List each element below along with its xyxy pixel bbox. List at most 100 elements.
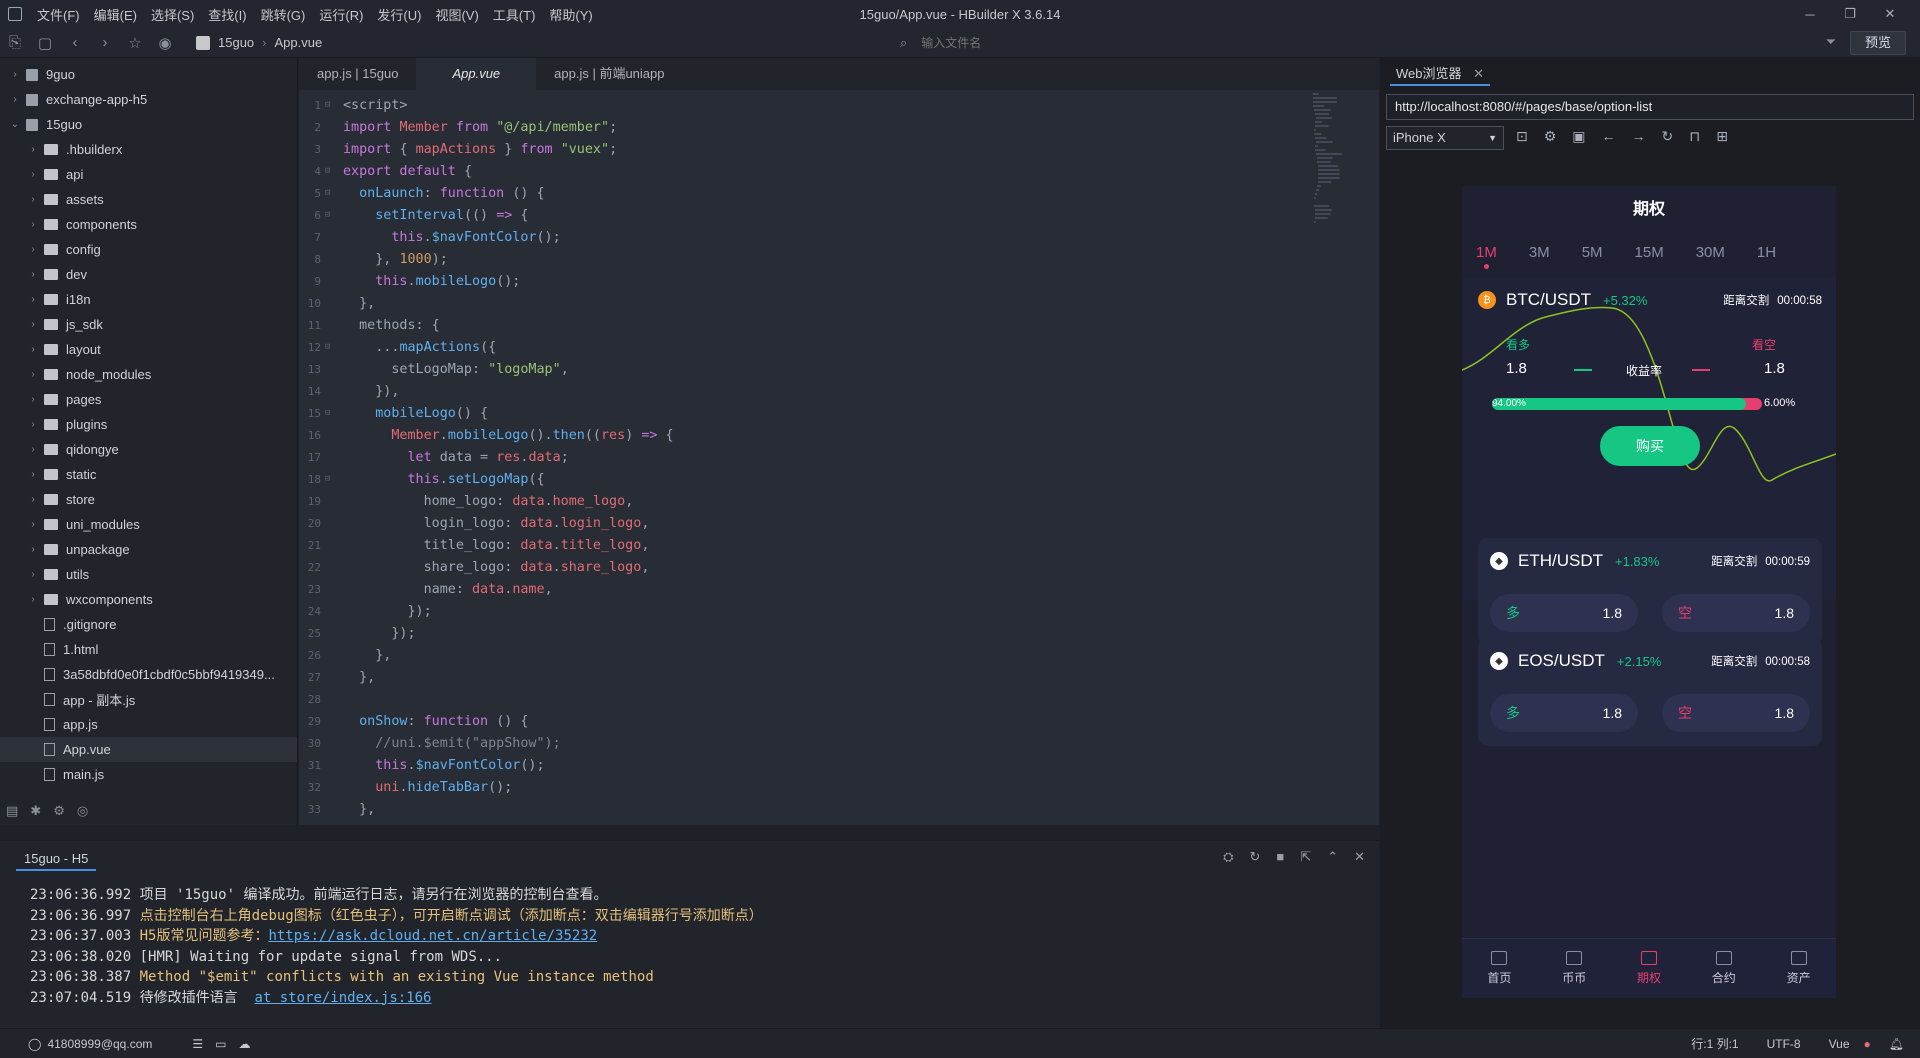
line-number[interactable]: 19 <box>299 495 325 508</box>
line-number[interactable]: 11 <box>299 319 325 332</box>
menu-item[interactable]: 帮助(Y) <box>542 5 599 24</box>
code-line[interactable]: 5 ⊟ onLaunch: function () { <box>299 182 1379 204</box>
cursor-position[interactable]: 行:1 列:1 <box>1691 1035 1738 1052</box>
option-card[interactable]: ◆ EOS/USDT +2.15% 距离交割 00:00:58 多 1.8 空 1.8 <box>1478 638 1822 746</box>
chevron-icon[interactable]: › <box>26 594 40 605</box>
tree-item[interactable]: › assets <box>0 187 297 212</box>
code-line[interactable]: 13 setLogoMap: "logoMap", <box>299 358 1379 380</box>
save-icon[interactable]: ▢ <box>30 34 60 52</box>
browser-tab[interactable]: Web浏览器 ✕ <box>1390 62 1491 86</box>
code-line[interactable]: 6 ⊟ setInterval(() => { <box>299 204 1379 226</box>
code-line[interactable]: 19 home_logo: data.home_logo, <box>299 490 1379 512</box>
tree-item[interactable]: › plugins <box>0 412 297 437</box>
chevron-icon[interactable]: › <box>26 319 40 330</box>
line-number[interactable]: 6 <box>299 209 325 222</box>
code-line[interactable]: 10 }, <box>299 292 1379 314</box>
nav-item[interactable]: 首页 <box>1462 939 1537 998</box>
plugin-icon[interactable]: ◎ <box>77 803 88 819</box>
period-tab[interactable]: 3M <box>1529 244 1550 261</box>
code-line[interactable]: 22 share_logo: data.share_logo, <box>299 556 1379 578</box>
console-icon[interactable]: ▣ <box>1572 128 1585 145</box>
tree-item[interactable]: .gitignore <box>0 612 297 637</box>
minimap[interactable] <box>1311 90 1371 250</box>
line-number[interactable]: 20 <box>299 517 325 530</box>
chevron-icon[interactable]: › <box>26 369 40 380</box>
chevron-icon[interactable]: › <box>26 269 40 280</box>
cloud-icon[interactable]: ☁ <box>238 1037 250 1051</box>
code-line[interactable]: 7 this.$navFontColor(); <box>299 226 1379 248</box>
line-number[interactable]: 28 <box>299 693 325 706</box>
language-mode[interactable]: Vue <box>1829 1037 1850 1051</box>
tree-item[interactable]: › unpackage <box>0 537 297 562</box>
preview-button[interactable]: 预览 <box>1850 31 1906 55</box>
nav-item[interactable]: 币币 <box>1537 939 1612 998</box>
code-line[interactable]: 4 ⊟ export default { <box>299 160 1379 182</box>
fold-icon[interactable]: ⊟ <box>325 188 335 198</box>
tree-item[interactable]: 3a58dbfd0e0f1cbdf0c5bbf9419349... <box>0 662 297 687</box>
code-line[interactable]: 25 }); <box>299 622 1379 644</box>
tree-item[interactable]: 1.html <box>0 637 297 662</box>
tree-item[interactable]: main.js <box>0 762 297 787</box>
menu-item[interactable]: 跳转(G) <box>254 5 313 24</box>
editor-tab[interactable]: App.vue <box>416 58 537 90</box>
breadcrumb-project[interactable]: 15guo <box>218 35 254 50</box>
nav-item[interactable]: 资产 <box>1761 939 1836 998</box>
chevron-icon[interactable]: › <box>26 494 40 505</box>
file-search-input[interactable] <box>921 36 1522 50</box>
explorer-icon[interactable]: ▤ <box>6 803 18 819</box>
short-button[interactable]: 空 1.8 <box>1662 694 1810 732</box>
code-line[interactable]: 8 }, 1000); <box>299 248 1379 270</box>
tree-item[interactable]: › store <box>0 487 297 512</box>
line-number[interactable]: 23 <box>299 583 325 596</box>
tree-item[interactable]: › dev <box>0 262 297 287</box>
line-number[interactable]: 26 <box>299 649 325 662</box>
nav-item[interactable]: 期权 <box>1612 939 1687 998</box>
tree-item[interactable]: › node_modules <box>0 362 297 387</box>
period-tab[interactable]: 1H <box>1757 244 1776 261</box>
fold-icon[interactable]: ⊟ <box>325 210 335 220</box>
editor-tab[interactable]: app.js | 前端uniapp <box>536 58 682 90</box>
nav-item[interactable]: 合约 <box>1686 939 1761 998</box>
code-line[interactable]: 32 uni.hideTabBar(); <box>299 776 1379 798</box>
maximize-panel-icon[interactable]: ⌃ <box>1327 849 1338 865</box>
line-number[interactable]: 33 <box>299 803 325 816</box>
chevron-icon[interactable]: › <box>26 344 40 355</box>
restart-icon[interactable]: ↻ <box>1250 849 1261 865</box>
code-line[interactable]: 15 ⊟ mobileLogo() { <box>299 402 1379 424</box>
filter-icon[interactable]: ⏷ <box>1826 34 1836 50</box>
code-line[interactable]: 29 onShow: function () { <box>299 710 1379 732</box>
chevron-icon[interactable]: › <box>26 419 40 430</box>
line-number[interactable]: 31 <box>299 759 325 772</box>
code-line[interactable]: 14 }), <box>299 380 1379 402</box>
new-file-icon[interactable]: ⎘ <box>0 34 30 51</box>
line-number[interactable]: 15 <box>299 407 325 420</box>
close-icon[interactable]: ✕ <box>1870 6 1910 22</box>
fold-icon[interactable]: ⊟ <box>325 342 335 352</box>
line-number[interactable]: 17 <box>299 451 325 464</box>
line-number[interactable]: 2 <box>299 121 325 134</box>
fold-icon[interactable]: ⊟ <box>325 474 335 484</box>
close-panel-icon[interactable]: ✕ <box>1354 849 1365 865</box>
line-number[interactable]: 16 <box>299 429 325 442</box>
chevron-icon[interactable]: › <box>26 394 40 405</box>
tree-item[interactable]: › config <box>0 237 297 262</box>
period-tab[interactable]: 30M <box>1696 244 1725 261</box>
bookmark-icon[interactable]: ☆ <box>120 34 150 52</box>
user-account[interactable]: 41808999@qq.com <box>47 1037 152 1051</box>
tree-item[interactable]: › wxcomponents <box>0 587 297 612</box>
nav-back-icon[interactable]: ← <box>1602 128 1616 145</box>
menu-item[interactable]: 工具(T) <box>486 5 543 24</box>
menu-item[interactable]: 发行(U) <box>370 5 428 24</box>
line-number[interactable]: 32 <box>299 781 325 794</box>
tree-item[interactable]: app.js <box>0 712 297 737</box>
menu-item[interactable]: 视图(V) <box>428 5 485 24</box>
option-card[interactable]: ◆ ETH/USDT +1.83% 距离交割 00:00:59 多 1.8 空 1.8 <box>1478 538 1822 646</box>
back-icon[interactable]: ‹ <box>60 34 90 51</box>
restore-icon[interactable]: ❐ <box>1830 6 1870 22</box>
chevron-icon[interactable]: › <box>26 519 40 530</box>
list-icon[interactable]: ☰ <box>192 1037 203 1051</box>
tree-item[interactable]: › i18n <box>0 287 297 312</box>
period-tab[interactable]: 5M <box>1582 244 1603 261</box>
line-number[interactable]: 7 <box>299 231 325 244</box>
menu-item[interactable]: 运行(R) <box>312 5 370 24</box>
